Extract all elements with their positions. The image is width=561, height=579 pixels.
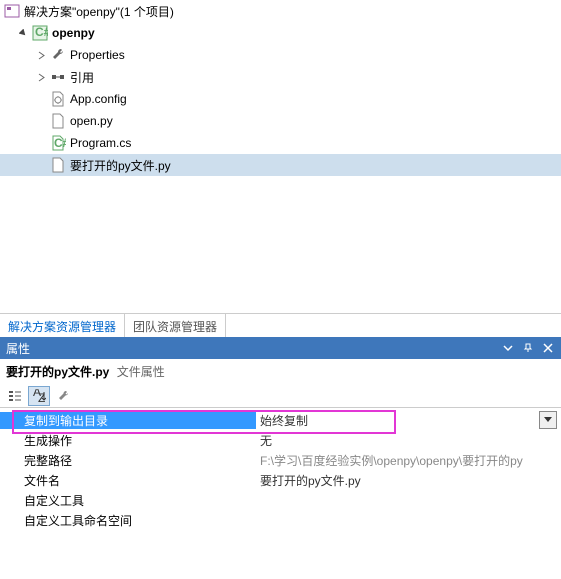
appconfig-label: App.config [70,92,127,106]
categorized-button[interactable] [4,386,26,406]
prop-value[interactable]: 始终复制 [256,412,539,429]
prop-value[interactable]: 要打开的py文件.py [256,472,561,489]
expander-open-icon[interactable] [18,28,28,38]
svg-text:C#: C# [35,25,48,39]
prop-row-custom-tool-ns[interactable]: 自定义工具命名空间 [0,510,561,530]
expander-closed-icon[interactable] [36,72,46,82]
prop-row-file-name[interactable]: 文件名 要打开的py文件.py [0,470,561,490]
file-icon [50,113,66,129]
properties-header: 属性 [0,337,561,359]
csharp-file-icon: C# [50,135,66,151]
property-grid: 复制到输出目录 始终复制 生成操作 无 完整路径 F:\学习\百度经验实例\op… [0,408,561,530]
properties-subject: 要打开的py文件.py 文件属性 [0,359,561,384]
bottom-tabstrip: 解决方案资源管理器 团队资源管理器 [0,313,561,337]
openpy-label: open.py [70,114,113,128]
prop-name: 复制到输出目录 [0,412,256,429]
file-icon [50,157,66,173]
wrench-button[interactable] [52,386,74,406]
wrench-icon [50,47,66,63]
dropdown-icon[interactable] [501,341,515,355]
prop-row-build-action[interactable]: 生成操作 无 [0,430,561,450]
solution-icon [4,3,20,19]
openpy-file-node[interactable]: open.py [0,110,561,132]
properties-title: 属性 [6,340,495,357]
tab-solution-explorer[interactable]: 解决方案资源管理器 [0,314,125,337]
properties-filename: 要打开的py文件.py [6,365,109,379]
targetpy-label: 要打开的py文件.py [70,157,171,174]
project-node[interactable]: C# openpy [0,22,561,44]
targetpy-file-node[interactable]: 要打开的py文件.py [0,154,561,176]
prop-name: 自定义工具命名空间 [0,512,256,529]
references-label: 引用 [70,69,94,86]
dropdown-button[interactable] [539,411,557,429]
properties-filetype: 文件属性 [117,365,165,379]
config-file-icon [50,91,66,107]
project-label: openpy [52,26,95,40]
prop-value[interactable]: 无 [256,432,561,449]
prop-name: 生成操作 [0,432,256,449]
close-icon[interactable] [541,341,555,355]
appconfig-node[interactable]: App.config [0,88,561,110]
prop-row-custom-tool[interactable]: 自定义工具 [0,490,561,510]
solution-node[interactable]: 解决方案"openpy"(1 个项目) [0,0,561,22]
prop-row-full-path[interactable]: 完整路径 F:\学习\百度经验实例\openpy\openpy\要打开的py [0,450,561,470]
solution-explorer-panel: 解决方案"openpy"(1 个项目) C# openpy Properties… [0,0,561,313]
pin-icon[interactable] [521,341,535,355]
prop-name: 完整路径 [0,452,256,469]
prop-value: F:\学习\百度经验实例\openpy\openpy\要打开的py [256,452,561,469]
prop-row-copy-to-output[interactable]: 复制到输出目录 始终复制 [0,410,561,430]
csharp-project-icon: C# [32,25,48,41]
prop-name: 自定义工具 [0,492,256,509]
references-node[interactable]: 引用 [0,66,561,88]
properties-node[interactable]: Properties [0,44,561,66]
properties-toolbar: AZ [0,384,561,408]
programcs-node[interactable]: C# Program.cs [0,132,561,154]
properties-label: Properties [70,48,125,62]
solution-label: 解决方案"openpy"(1 个项目) [24,3,174,20]
references-icon [50,69,66,85]
svg-text:C#: C# [54,136,66,150]
alphabetical-button[interactable]: AZ [28,386,50,406]
tab-team-explorer[interactable]: 团队资源管理器 [125,314,226,337]
expander-closed-icon[interactable] [36,50,46,60]
prop-name: 文件名 [0,472,256,489]
programcs-label: Program.cs [70,136,131,150]
